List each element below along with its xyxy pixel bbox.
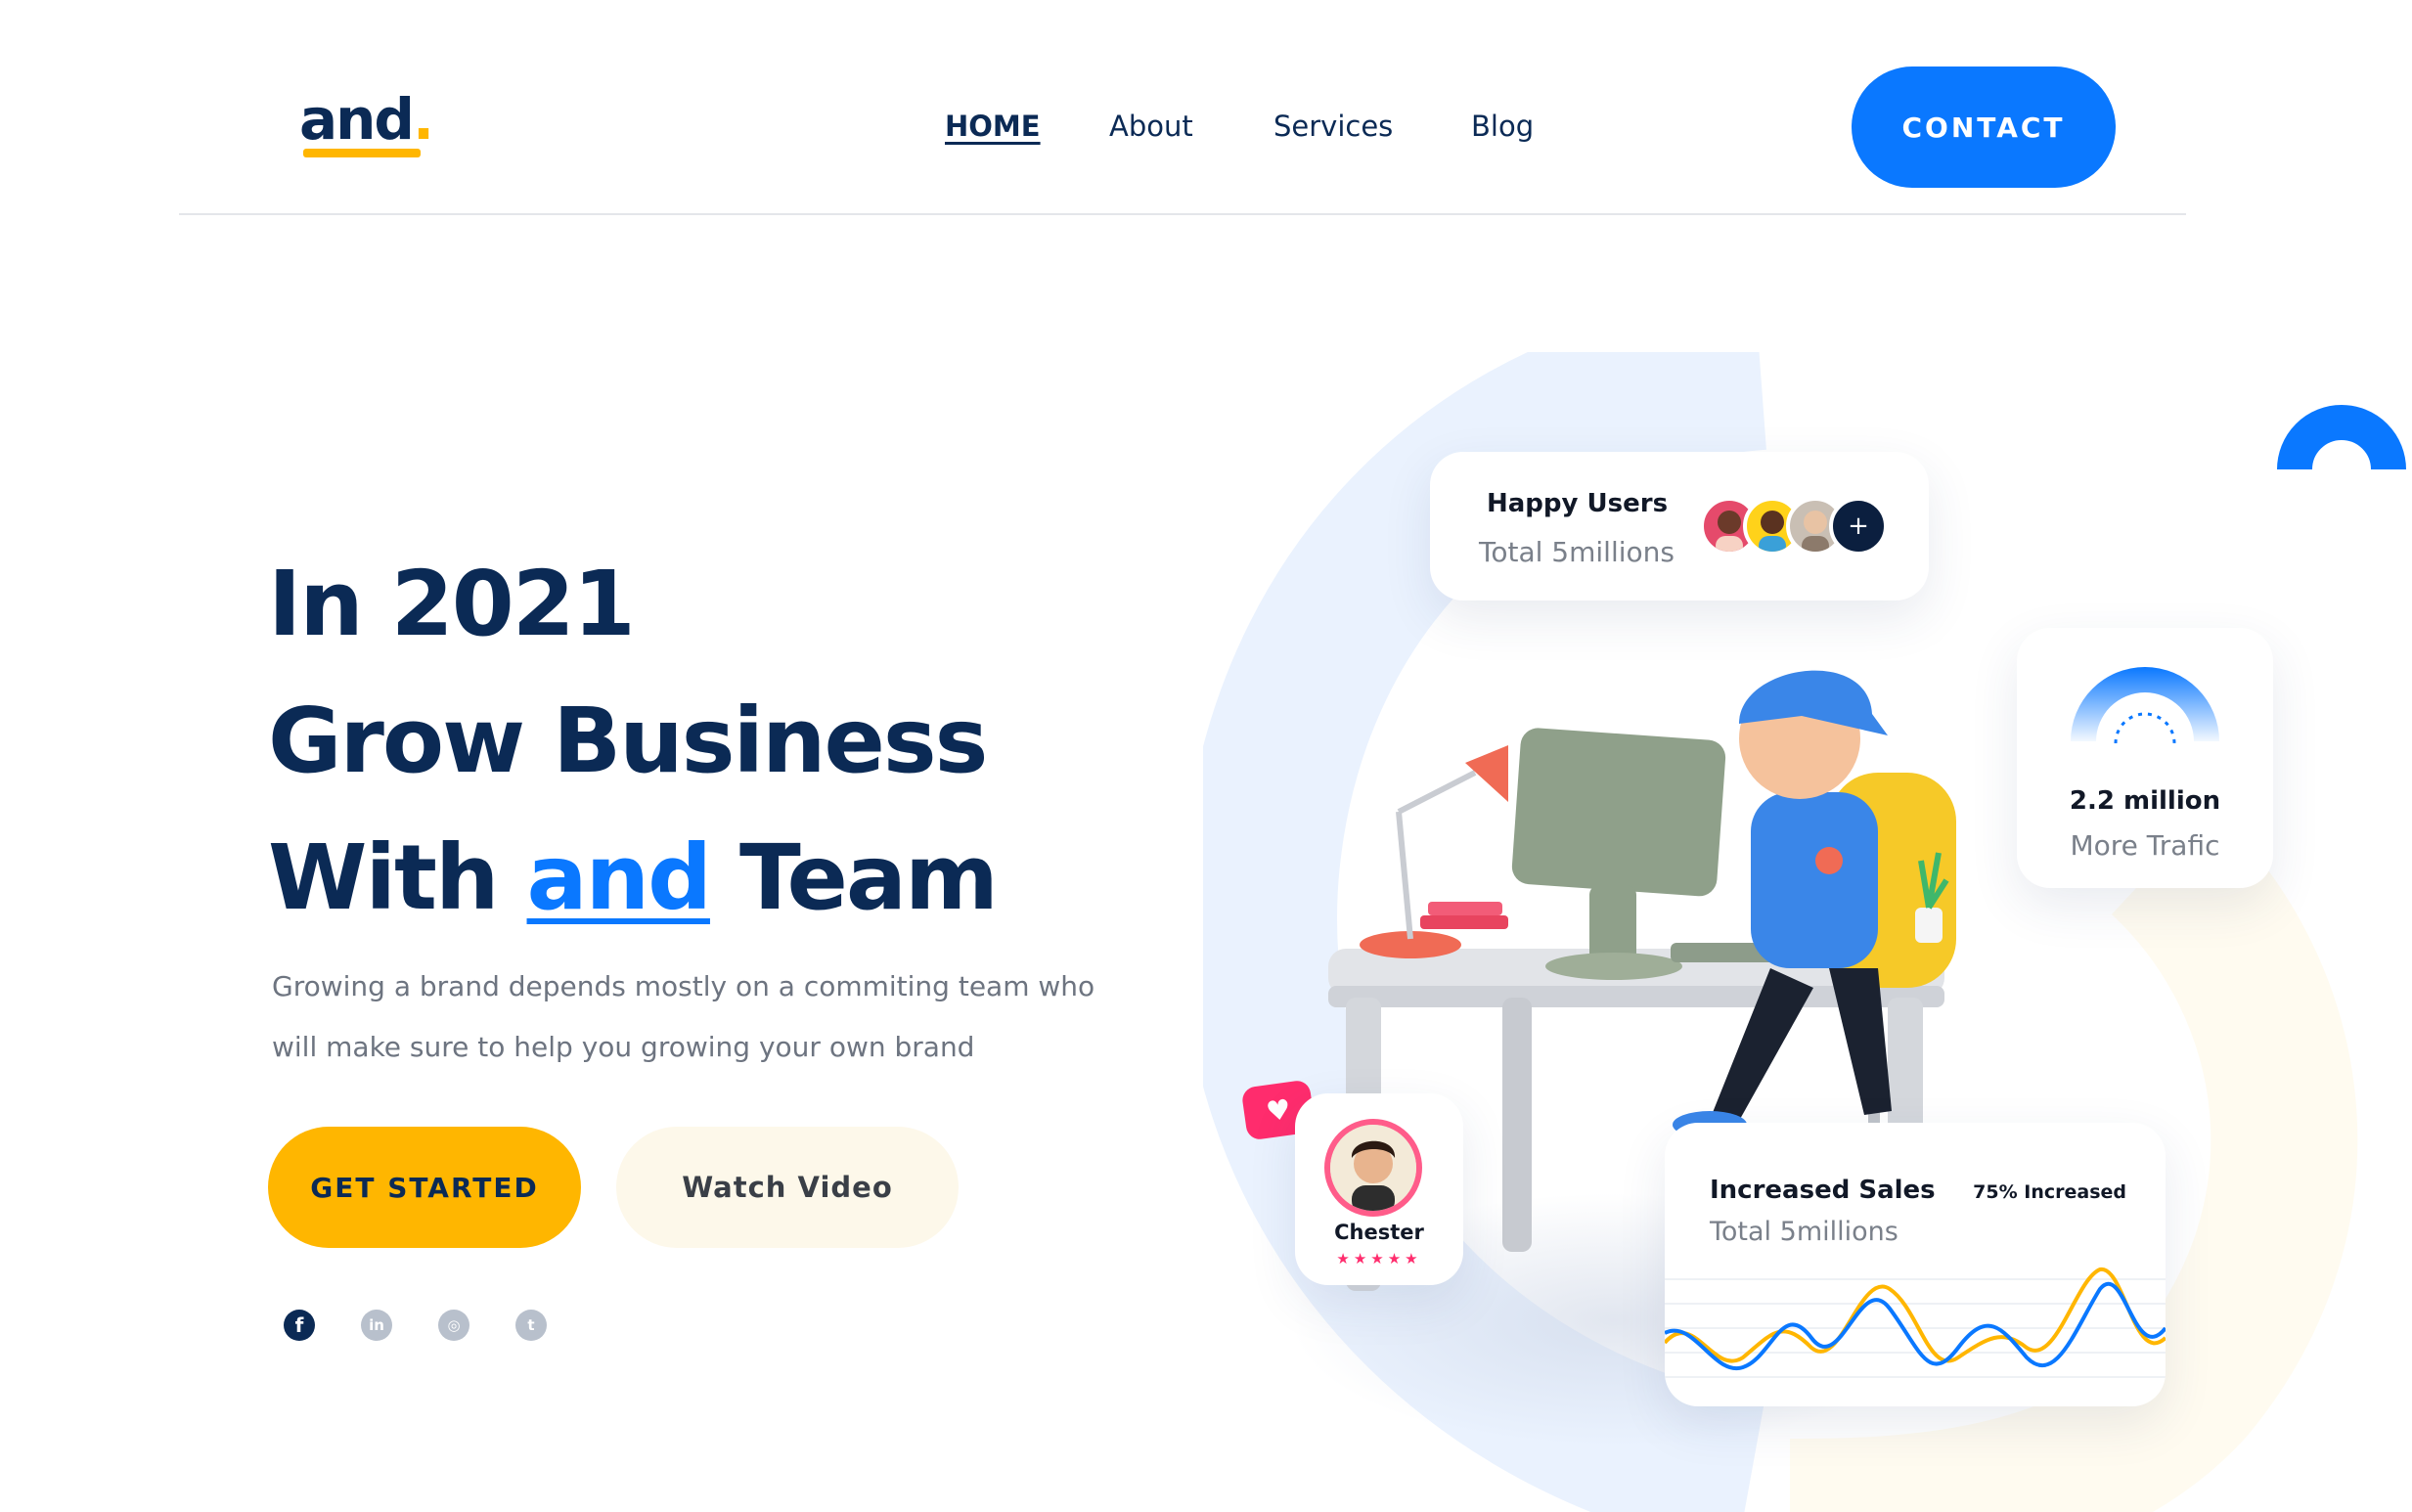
sales-subtitle: Total 5millions <box>1710 1217 1898 1247</box>
nav-item-home[interactable]: HOME <box>945 110 1041 143</box>
traffic-gauge-icon <box>2071 667 2219 744</box>
header-divider <box>179 213 2186 215</box>
nav-item-blog[interactable]: Blog <box>1471 110 1534 143</box>
hero-headline: In 2021 Grow Business With and Team <box>268 536 999 947</box>
increased-sales-card: Increased Sales Total 5millions 75% Incr… <box>1665 1123 2166 1406</box>
contact-button[interactable]: CONTACT <box>1852 67 2116 188</box>
happy-users-subtitle: Total 5millions <box>1479 536 1675 568</box>
brand-logo-text: and. <box>299 86 434 153</box>
happy-users-title: Happy Users <box>1487 489 1669 518</box>
linkedin-icon[interactable]: in <box>361 1310 392 1341</box>
happy-users-card: Happy Users Total 5millions + <box>1430 452 1929 600</box>
nav-item-services[interactable]: Services <box>1273 110 1393 143</box>
hero-headline-line-1: In 2021 <box>268 552 636 656</box>
nav-item-about[interactable]: About <box>1109 110 1193 143</box>
avatar <box>1324 1119 1422 1217</box>
hero-description: Growing a brand depends mostly on a comm… <box>272 970 1095 1063</box>
traffic-value: 2.2 million <box>2069 786 2221 816</box>
sales-increase-badge: 75% Increased <box>1973 1181 2126 1203</box>
sales-sparkline <box>1665 1267 2166 1378</box>
add-user-icon[interactable]: + <box>1829 497 1888 556</box>
facebook-icon[interactable]: f <box>284 1310 315 1341</box>
brand-logo[interactable]: and. <box>299 90 434 160</box>
get-started-button[interactable]: GET STARTED <box>268 1127 581 1248</box>
watch-video-button[interactable]: Watch Video <box>616 1127 959 1248</box>
reviewer-name: Chester <box>1334 1221 1424 1244</box>
user-avatar-stack: + <box>1700 497 1896 557</box>
sales-title: Increased Sales <box>1710 1176 1936 1205</box>
traffic-card: 2.2 million More Trafic <box>2017 628 2273 888</box>
rating-stars-icon: ★★★★★ <box>1336 1250 1422 1267</box>
hero-headline-line-3: With and Team <box>268 825 999 930</box>
brand-logo-underline <box>303 149 421 157</box>
hero-brand-highlight: and <box>526 825 712 930</box>
instagram-icon[interactable]: ◎ <box>438 1310 469 1341</box>
traffic-label: More Trafic <box>2070 829 2220 862</box>
reviewer-card: Chester ★★★★★ <box>1295 1093 1463 1285</box>
hero-headline-line-2: Grow Business <box>268 689 988 793</box>
twitter-icon[interactable]: t <box>515 1310 547 1341</box>
